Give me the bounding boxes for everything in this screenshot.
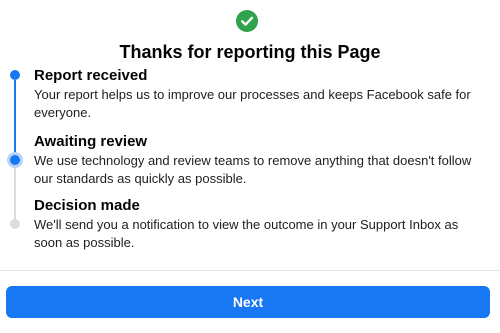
step-report-received: Report received Your report helps us to … (34, 66, 480, 122)
step-description: We'll send you a notification to view th… (34, 217, 459, 250)
step-description: We use technology and review teams to re… (34, 153, 472, 186)
report-status-timeline: Report received Your report helps us to … (0, 0, 500, 270)
step-pending-indicator (10, 219, 20, 229)
footer-divider (0, 270, 500, 271)
step-title: Report received (34, 67, 148, 84)
timeline-connector-done (14, 80, 16, 154)
next-button[interactable]: Next (6, 286, 490, 318)
step-description: Your report helps us to improve our proc… (34, 87, 471, 120)
step-decision-made: Decision made We'll send you a notificat… (34, 196, 480, 252)
step-current-indicator (7, 152, 23, 168)
step-title: Awaiting review (34, 133, 148, 150)
step-done-indicator (10, 70, 20, 80)
step-awaiting-review: Awaiting review We use technology and re… (34, 132, 480, 188)
step-title: Decision made (34, 197, 140, 214)
timeline-connector-pending (14, 162, 16, 224)
